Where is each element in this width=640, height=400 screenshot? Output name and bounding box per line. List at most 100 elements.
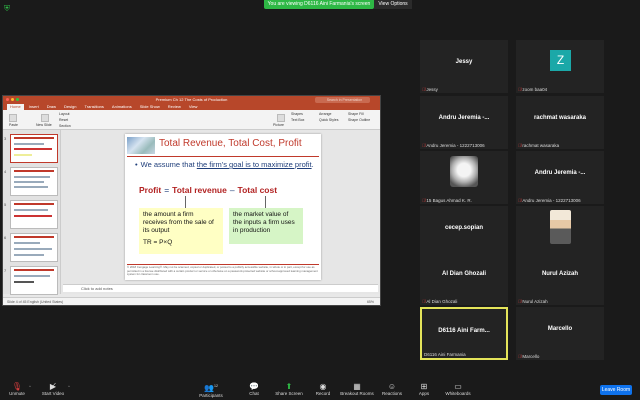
participants-button[interactable]: 👥12 Participants [196, 382, 226, 399]
participant-tile[interactable]: Andru Jeremia -... 🎙̸ Andru Jeremia - 122… [516, 151, 604, 204]
mic-off-icon: 🎙̸ [422, 198, 426, 203]
participant-tile[interactable]: rachmat wasaraka 🎙̸ rachmat wasaraka [516, 96, 604, 149]
mic-off-icon: 🎙̸ [422, 87, 426, 92]
participant-tile[interactable]: Al Dian Ghozali 🎙̸ Al Dian Ghozali [420, 252, 508, 305]
slide-thumbnail [10, 134, 58, 163]
bullet-icon: • [135, 160, 138, 169]
reactions-button[interactable]: ☺ Reactions [380, 382, 404, 397]
audio-options-caret[interactable]: ^ [29, 384, 31, 389]
ppt-search-input: Search in Presentation [315, 97, 370, 103]
minimize-icon [11, 98, 14, 101]
participant-tile[interactable]: Nurul Azizah 🎙̸ Nurul Azizah [516, 252, 604, 305]
mic-off-icon: 🎙̸ [518, 198, 522, 203]
mic-off-icon: 🎙̸ [518, 87, 522, 92]
participant-tile[interactable]: Andru Jeremia -... 🎙̸ Andru Jeremia - 122… [420, 96, 508, 149]
slide-link: the firm's goal is to maximize profit [196, 160, 312, 169]
slide-header-image [127, 137, 155, 154]
chat-icon: 💬 [249, 382, 259, 391]
slide-title: Total Revenue, Total Cost, Profit [159, 138, 302, 149]
ppt-workspace: 3 4 5 6 7 Total Revenue, Total Cost, Pro… [3, 130, 380, 295]
unmute-button[interactable]: 🎙 Unmute [6, 382, 28, 397]
profit-formula: Profit = Total revenue – Total cost [139, 185, 278, 195]
ribbon-new-slide: New Slide [36, 123, 52, 127]
leave-room-button[interactable]: Leave Room [600, 385, 632, 395]
slide-copyright: © 2018 Cengage Learning®. May not be sca… [127, 264, 319, 276]
mic-off-icon: 🎙̸ [518, 143, 522, 148]
ppt-ribbon: Paste Layout Reset Section New Slide Pic… [3, 110, 380, 130]
whiteboards-button[interactable]: ▭ Whiteboards [442, 382, 474, 397]
ribbon-shapes: Shapes [291, 112, 303, 116]
ribbon-shape-fill: Shape Fill [348, 112, 364, 116]
slide-count: Slide 4 of 45 English (United States) [7, 300, 64, 304]
share-screen-icon: ⬆ [285, 382, 293, 391]
ribbon-reset: Reset [59, 118, 69, 122]
thumb-number: 3 [4, 136, 7, 141]
picture-icon [277, 114, 285, 122]
ribbon-arrange: Arrange [319, 112, 332, 116]
slide-thumbnail [10, 233, 58, 262]
cost-definition-box: the market value of the inputs a firm us… [229, 208, 303, 244]
meeting-toolbar: 🎙 Unmute ^ ▶̸ Start Video ^ 👥12 Particip… [0, 381, 640, 400]
thumb-number: 7 [4, 268, 7, 273]
share-screen-button[interactable]: ⬆ Share Screen [274, 382, 304, 397]
notes-pane: Click to add notes [63, 284, 378, 292]
record-button[interactable]: ◉ Record [312, 382, 334, 397]
ppt-titlebar: Premium Ch 12 The Costs of Production Se… [3, 96, 380, 104]
thumb-number: 4 [4, 169, 7, 174]
zoom-level: 65% [366, 300, 374, 304]
slide-thumbnails: 3 4 5 6 7 [3, 130, 61, 295]
start-video-button[interactable]: ▶̸ Start Video [38, 382, 68, 397]
video-options-caret[interactable]: ^ [68, 384, 70, 389]
mic-off-icon: 🎙̸ [518, 299, 522, 304]
maximize-icon [16, 98, 19, 101]
slide-bullet: • We assume that the firm's goal is to ma… [135, 160, 314, 169]
new-slide-icon [41, 114, 49, 122]
revenue-definition-box: the amount a firm receives from the sale… [139, 208, 223, 254]
thumb-number: 6 [4, 235, 7, 240]
apps-button[interactable]: ⊞ Apps [414, 382, 434, 397]
slide-thumbnail [10, 200, 58, 229]
mic-off-icon: 🎙̸ [518, 354, 522, 359]
apps-icon: ⊞ [420, 382, 428, 391]
view-options-button[interactable]: View Options [374, 0, 412, 9]
avatar: Z [550, 50, 571, 71]
ribbon-quick-styles: Quick Styles [319, 118, 339, 122]
paste-icon [9, 114, 17, 122]
security-shield-icon[interactable]: ⛨ [4, 4, 12, 13]
slide-thumbnail [10, 167, 58, 196]
revenue-formula: TR = P×Q [143, 239, 173, 246]
participant-count: 12 [214, 384, 218, 388]
participant-photo [450, 156, 478, 187]
breakout-rooms-icon: ▦ [353, 382, 361, 391]
slide-thumbnail [10, 266, 58, 295]
participant-photo [550, 210, 571, 244]
participant-tile[interactable]: 🎙̸ 15 Bagus Ahmad K. R. [420, 151, 508, 204]
participant-tile-active-speaker[interactable]: D6116 Aini Farm... D6116 Aini Farmania [420, 307, 508, 360]
ribbon-shape-outline: Shape Outline [348, 118, 371, 122]
window-controls [6, 98, 19, 101]
record-icon: ◉ [319, 382, 327, 391]
current-slide: Total Revenue, Total Cost, Profit • We as… [125, 134, 321, 280]
breakout-rooms-button[interactable]: ▦ Breakout Rooms [338, 382, 376, 397]
ppt-status-bar: Slide 4 of 45 English (United States) 65… [3, 297, 380, 305]
ribbon-paste: Paste [9, 123, 18, 127]
ppt-window-title: Premium Ch 12 The Costs of Production [155, 97, 228, 102]
video-off-icon: ▶̸ [49, 382, 57, 391]
participant-tile[interactable]: Jessy 🎙̸ Jessy [420, 40, 508, 93]
ribbon-section: Section [59, 124, 71, 128]
ribbon-picture: Picture [273, 123, 284, 127]
shared-screen: Premium Ch 12 The Costs of Production Se… [2, 95, 381, 306]
reactions-icon: ☺ [387, 382, 397, 391]
whiteboard-icon: ▭ [454, 382, 462, 391]
mic-off-icon: 🎙̸ [422, 143, 426, 148]
microphone-muted-icon: 🎙 [11, 382, 23, 391]
share-banner: You are viewing D6116 Aini Farmania's sc… [264, 0, 374, 9]
thumb-number: 5 [4, 202, 7, 207]
close-icon [6, 98, 9, 101]
chat-button[interactable]: 💬 Chat [244, 382, 264, 397]
participant-tile[interactable]: Marcello 🎙̸ Marcello [516, 307, 604, 360]
ribbon-text-box: Text Box [291, 118, 305, 122]
mic-off-icon: 🎙̸ [422, 299, 426, 304]
participant-tile[interactable]: Z 🎙̸ zoom baa04 [516, 40, 604, 93]
ribbon-layout: Layout [59, 112, 70, 116]
